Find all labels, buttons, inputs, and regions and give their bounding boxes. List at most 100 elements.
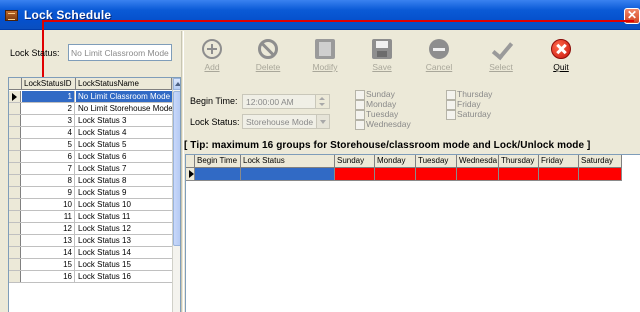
schedule-new-row[interactable]	[186, 168, 640, 181]
modify-button[interactable]: Modify	[301, 31, 349, 76]
scroll-up-button[interactable]	[173, 78, 180, 90]
save-button[interactable]: Save	[358, 31, 406, 76]
cell-lock-status-id[interactable]: 5	[22, 139, 75, 150]
cell-monday[interactable]	[375, 168, 416, 181]
schedule-grid-header: Begin Time Lock Status Sunday Monday Tue…	[186, 155, 640, 168]
column-header-saturday[interactable]: Saturday	[579, 155, 622, 168]
cell-friday[interactable]	[539, 168, 579, 181]
cell-lock-status-name[interactable]: Lock Status 12	[76, 223, 172, 234]
table-row[interactable]: 12 Lock Status 12	[9, 223, 172, 235]
cell-lock-status-id[interactable]: 9	[22, 187, 75, 198]
add-button[interactable]: Add	[188, 31, 236, 76]
cell-lock-status-id[interactable]: 7	[22, 163, 75, 174]
row-indicator	[9, 223, 21, 234]
table-row[interactable]: 5 Lock Status 5	[9, 139, 172, 151]
chevron-down-icon[interactable]	[316, 115, 329, 128]
delete-icon	[258, 39, 278, 59]
row-indicator	[9, 187, 21, 198]
table-row[interactable]: 7 Lock Status 7	[9, 163, 172, 175]
checkmark-icon	[491, 39, 511, 59]
cell-lock-status-name[interactable]: Lock Status 6	[76, 151, 172, 162]
cell-lock-status-id[interactable]: 10	[22, 199, 75, 210]
row-indicator	[9, 139, 21, 150]
lock-status-grid-header: LockStatusID LockStatusName	[9, 78, 172, 90]
cell-saturday[interactable]	[579, 168, 622, 181]
column-header-wednesday[interactable]: Wednesda	[457, 155, 499, 168]
cell-lock-status-id[interactable]: 3	[22, 115, 75, 126]
column-header-friday[interactable]: Friday	[539, 155, 579, 168]
cell-lock-status-name[interactable]: Lock Status 11	[76, 211, 172, 222]
cell-lock-status-name[interactable]: Lock Status 3	[76, 115, 172, 126]
cell-wednesday[interactable]	[457, 168, 499, 181]
table-row[interactable]: 11 Lock Status 11	[9, 211, 172, 223]
table-row[interactable]: 9 Lock Status 9	[9, 187, 172, 199]
table-row[interactable]: 4 Lock Status 4	[9, 127, 172, 139]
table-row[interactable]: 14 Lock Status 14	[9, 247, 172, 259]
cell-lock-status-name[interactable]: Lock Status 7	[76, 163, 172, 174]
cell-lock-status-name[interactable]: Lock Status 5	[76, 139, 172, 150]
delete-button[interactable]: Delete	[244, 31, 292, 76]
cell-lock-status-name[interactable]: Lock Status 4	[76, 127, 172, 138]
cell-lock-status-id[interactable]: 15	[22, 259, 75, 270]
select-button[interactable]: Select	[477, 31, 525, 76]
grid-corner	[186, 155, 195, 168]
lock-status-filter-field[interactable]: No Limit Classroom Mode	[68, 44, 172, 61]
cell-tuesday[interactable]	[416, 168, 457, 181]
cell-lock-status-id[interactable]: 4	[22, 127, 75, 138]
lock-status-grid[interactable]: LockStatusID LockStatusName 1 No Limit Cl…	[8, 77, 181, 312]
time-spinner[interactable]	[315, 95, 329, 108]
table-row[interactable]: 16 Lock Status 16	[9, 271, 172, 283]
begin-time-field[interactable]: 12:00:00 AM	[242, 94, 330, 109]
cell-lock-status-name[interactable]: Lock Status 16	[76, 271, 172, 282]
lock-status-select[interactable]: Storehouse Mode	[242, 114, 330, 129]
cell-sunday[interactable]	[335, 168, 375, 181]
cell-lock-status-id[interactable]: 11	[22, 211, 75, 222]
column-header-thursday[interactable]: Thursday	[499, 155, 539, 168]
cell-lock-status-id[interactable]: 12	[22, 223, 75, 234]
cancel-button[interactable]: Cancel	[415, 31, 463, 76]
checkbox-saturday[interactable]: Saturday	[446, 110, 491, 120]
table-row[interactable]: 8 Lock Status 8	[9, 175, 172, 187]
column-header-monday[interactable]: Monday	[375, 155, 416, 168]
cell-lock-status-name[interactable]: Lock Status 15	[76, 259, 172, 270]
schedule-settings: Begin Time: 12:00:00 AM Lock Status: Sto…	[184, 82, 640, 137]
checkbox-wednesday[interactable]: Wednesday	[355, 120, 411, 130]
cell-lock-status-id[interactable]: 8	[22, 175, 75, 186]
table-row[interactable]: 3 Lock Status 3	[9, 115, 172, 127]
column-header-lockstatusname[interactable]: LockStatusName	[76, 78, 172, 90]
cell-lock-status-name[interactable]: No Limit Storehouse Mode	[76, 103, 172, 114]
cell-lock-status-id[interactable]: 13	[22, 235, 75, 246]
cell-lock-status-name[interactable]: No Limit Classroom Mode	[76, 91, 172, 102]
column-header-begin-time[interactable]: Begin Time	[195, 155, 241, 168]
table-row[interactable]: 6 Lock Status 6	[9, 151, 172, 163]
cell-lock-status-id[interactable]: 6	[22, 151, 75, 162]
cell-lock-status-id[interactable]: 1	[22, 91, 75, 102]
cell-lock-status[interactable]	[241, 168, 335, 181]
cell-lock-status-name[interactable]: Lock Status 8	[76, 175, 172, 186]
vertical-scrollbar[interactable]	[172, 78, 180, 312]
table-row[interactable]: 15 Lock Status 15	[9, 259, 172, 271]
cell-lock-status-name[interactable]: Lock Status 10	[76, 199, 172, 210]
table-row[interactable]: 2 No Limit Storehouse Mode	[9, 103, 172, 115]
cell-begin-time[interactable]	[195, 168, 241, 181]
column-header-tuesday[interactable]: Tuesday	[416, 155, 457, 168]
table-row[interactable]: 1 No Limit Classroom Mode	[9, 91, 172, 103]
table-row[interactable]: 13 Lock Status 13	[9, 235, 172, 247]
cancel-label: Cancel	[425, 62, 453, 72]
cell-lock-status-name[interactable]: Lock Status 9	[76, 187, 172, 198]
column-header-lock-status[interactable]: Lock Status	[241, 155, 335, 168]
column-header-lockstatusid[interactable]: LockStatusID	[22, 78, 76, 90]
cell-lock-status-name[interactable]: Lock Status 14	[76, 247, 172, 258]
cell-lock-status-id[interactable]: 14	[22, 247, 75, 258]
cell-lock-status-name[interactable]: Lock Status 13	[76, 235, 172, 246]
cell-lock-status-id[interactable]: 2	[22, 103, 75, 114]
quit-button[interactable]: Quit	[537, 31, 585, 76]
row-indicator	[9, 127, 21, 138]
row-indicator	[9, 151, 21, 162]
column-header-sunday[interactable]: Sunday	[335, 155, 375, 168]
table-row[interactable]: 10 Lock Status 10	[9, 199, 172, 211]
scroll-thumb[interactable]	[173, 91, 180, 246]
cell-lock-status-id[interactable]: 16	[22, 271, 75, 282]
schedule-grid[interactable]: Begin Time Lock Status Sunday Monday Tue…	[185, 154, 640, 312]
cell-thursday[interactable]	[499, 168, 539, 181]
